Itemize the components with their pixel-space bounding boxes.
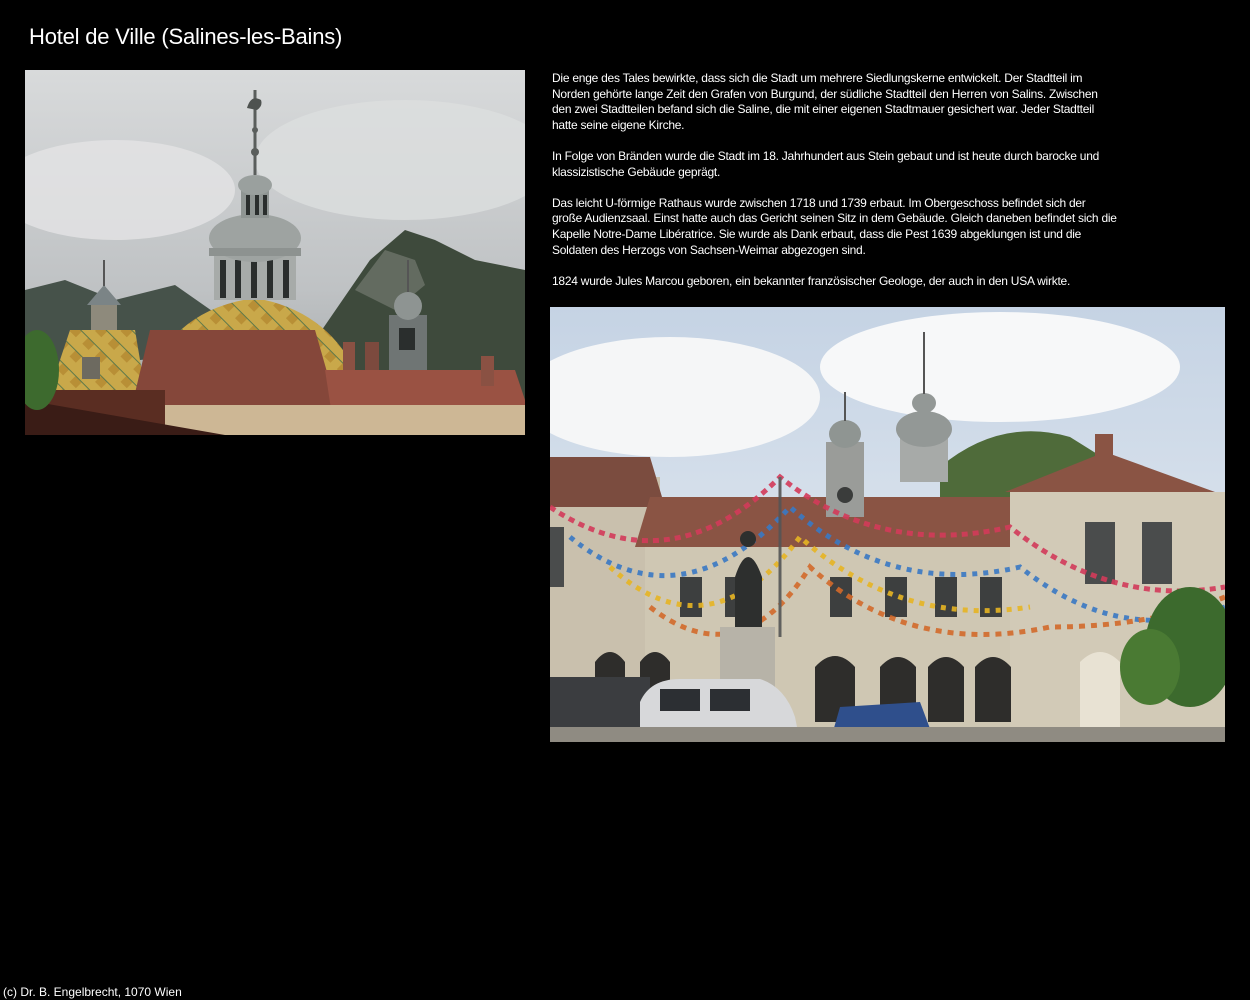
paragraph: Die enge des Tales bewirkte, dass sich d… bbox=[552, 71, 1098, 132]
dome-photo[interactable] bbox=[25, 70, 525, 435]
paragraph: Das leicht U-förmige Rathaus wurde zwisc… bbox=[552, 195, 1117, 257]
paragraph: In Folge von Bränden wurde die Stadt im … bbox=[552, 148, 1100, 179]
copyright-footer: (c) Dr. B. Engelbrecht, 1070 Wien bbox=[3, 985, 182, 999]
town-hall-photo[interactable] bbox=[550, 307, 1225, 742]
paragraph: 1824 wurde Jules Marcou geboren, ein bek… bbox=[552, 273, 1071, 288]
page-title: Hotel de Ville (Salines-les-Bains) bbox=[29, 24, 343, 49]
description-text: Die enge des Tales bewirkte, dass sich d… bbox=[552, 71, 1117, 305]
